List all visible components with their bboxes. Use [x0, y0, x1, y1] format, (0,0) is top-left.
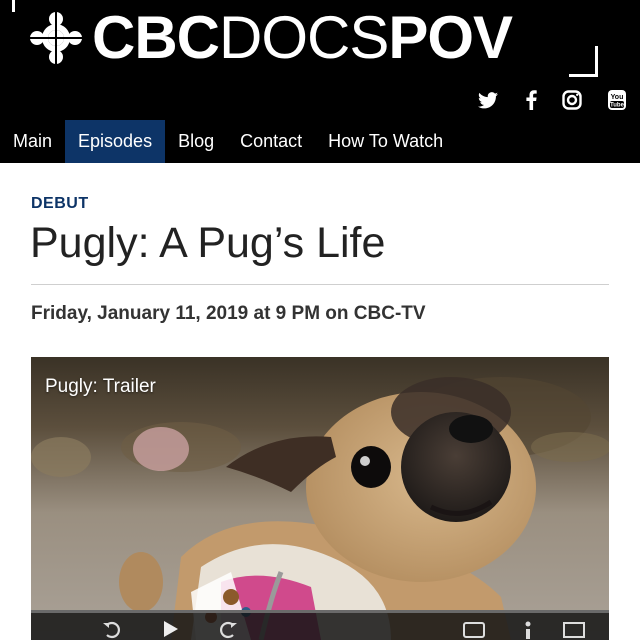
article-kicker: DEBUT: [31, 195, 89, 212]
captions-icon[interactable]: [463, 619, 485, 639]
video-title: Pugly: Trailer: [45, 376, 156, 397]
title-divider: [31, 284, 609, 285]
twitter-icon[interactable]: [476, 88, 500, 112]
main-nav: Main Episodes Blog Contact How To Watch: [0, 120, 640, 163]
brand-pov: POV: [388, 4, 513, 71]
replay-icon[interactable]: [101, 619, 123, 639]
cbc-gem-icon[interactable]: [30, 12, 82, 64]
frame-corner-top-left: [12, 0, 15, 12]
brand-docs: DOCS: [219, 4, 389, 71]
instagram-icon[interactable]: [561, 88, 583, 112]
svg-text:Tube: Tube: [610, 103, 625, 109]
svg-text:You: You: [611, 94, 624, 101]
youtube-icon[interactable]: You Tube: [606, 88, 628, 112]
air-date: Friday, January 11, 2019 at 9 PM on CBC-…: [31, 303, 426, 324]
nav-item-how-to-watch[interactable]: How To Watch: [315, 120, 456, 163]
frame-corner-bottom-right: [595, 46, 598, 77]
facebook-icon[interactable]: [520, 88, 542, 112]
page-title: Pugly: A Pug’s Life: [30, 219, 386, 267]
nav-item-main[interactable]: Main: [0, 120, 65, 163]
nav-item-episodes[interactable]: Episodes: [65, 120, 166, 163]
site-logo[interactable]: CBC DOCS POV: [92, 2, 513, 74]
forward-icon[interactable]: [217, 619, 239, 639]
video-progress-bar[interactable]: [31, 610, 609, 613]
video-player[interactable]: Pugly: Trailer: [31, 357, 609, 640]
site-header: CBC DOCS POV You Tube: [0, 0, 640, 120]
frame-corner-bottom-right-horizontal: [569, 74, 598, 77]
fullscreen-icon[interactable]: [563, 619, 585, 639]
more-icon[interactable]: [517, 619, 539, 639]
brand-cbc: CBC: [92, 4, 220, 71]
play-icon[interactable]: [159, 619, 181, 639]
nav-item-blog[interactable]: Blog: [165, 120, 227, 163]
video-thumbnail[interactable]: [31, 357, 609, 640]
nav-item-contact[interactable]: Contact: [227, 120, 315, 163]
